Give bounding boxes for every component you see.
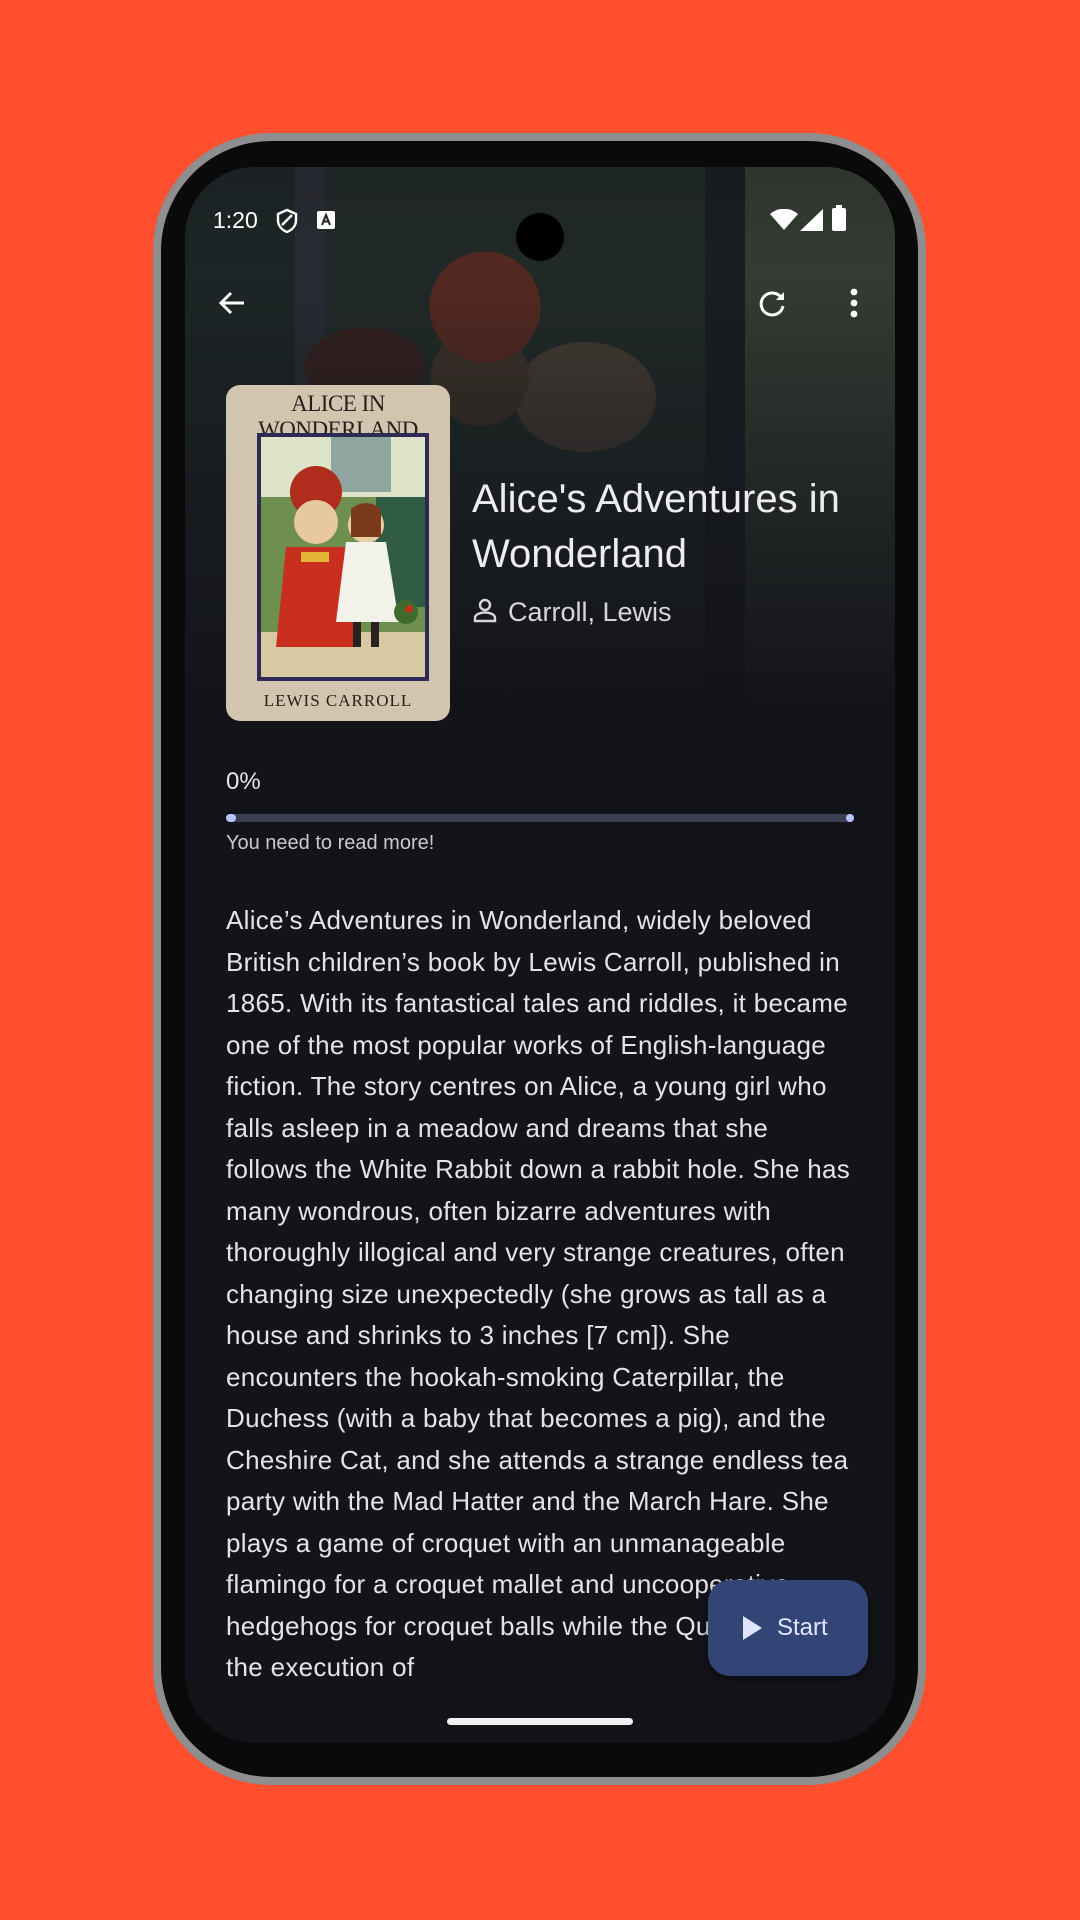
accessibility-icon bbox=[317, 211, 335, 233]
screen: 1:20 ALICE IN WONDERLAND LEWIS CARROLL A… bbox=[185, 167, 895, 1743]
progress-hint: You need to read more! bbox=[226, 832, 435, 854]
progress-percent: 0% bbox=[226, 768, 261, 795]
cover-author: LEWIS CARROLL bbox=[263, 691, 413, 710]
more-vert-icon bbox=[849, 287, 859, 323]
start-reading-button[interactable]: Start bbox=[708, 1580, 868, 1676]
progress-bar-fill bbox=[226, 814, 236, 822]
top-app-bar bbox=[185, 277, 895, 367]
status-bar: 1:20 bbox=[185, 195, 895, 261]
start-button-label: Start bbox=[777, 1614, 828, 1641]
progress-bar bbox=[226, 814, 854, 822]
arrow-back-icon bbox=[216, 287, 248, 323]
wifi-icon bbox=[770, 208, 798, 235]
author-name: Carroll, Lewis bbox=[508, 596, 672, 627]
back-button[interactable] bbox=[204, 277, 260, 333]
book-title: Alice's Adventures in Wonderland bbox=[472, 477, 840, 576]
book-description: Alice’s Adventures in Wonderland, widely… bbox=[226, 905, 855, 1682]
author-row: Carroll, Lewis bbox=[472, 592, 672, 632]
status-time: 1:20 bbox=[213, 207, 258, 233]
home-indicator[interactable] bbox=[447, 1718, 633, 1725]
refresh-button[interactable] bbox=[745, 277, 801, 333]
person-icon bbox=[472, 597, 498, 627]
cover-illustration bbox=[257, 433, 429, 681]
more-options-button[interactable] bbox=[826, 277, 882, 333]
refresh-icon bbox=[757, 287, 789, 323]
book-cover: ALICE IN WONDERLAND LEWIS CARROLL bbox=[226, 385, 450, 721]
progress-bar-end-dot bbox=[846, 814, 854, 822]
signal-icon bbox=[800, 209, 824, 235]
battery-icon bbox=[831, 205, 847, 235]
play-icon bbox=[741, 1615, 763, 1641]
shield-icon bbox=[275, 208, 299, 238]
front-camera bbox=[516, 213, 564, 261]
